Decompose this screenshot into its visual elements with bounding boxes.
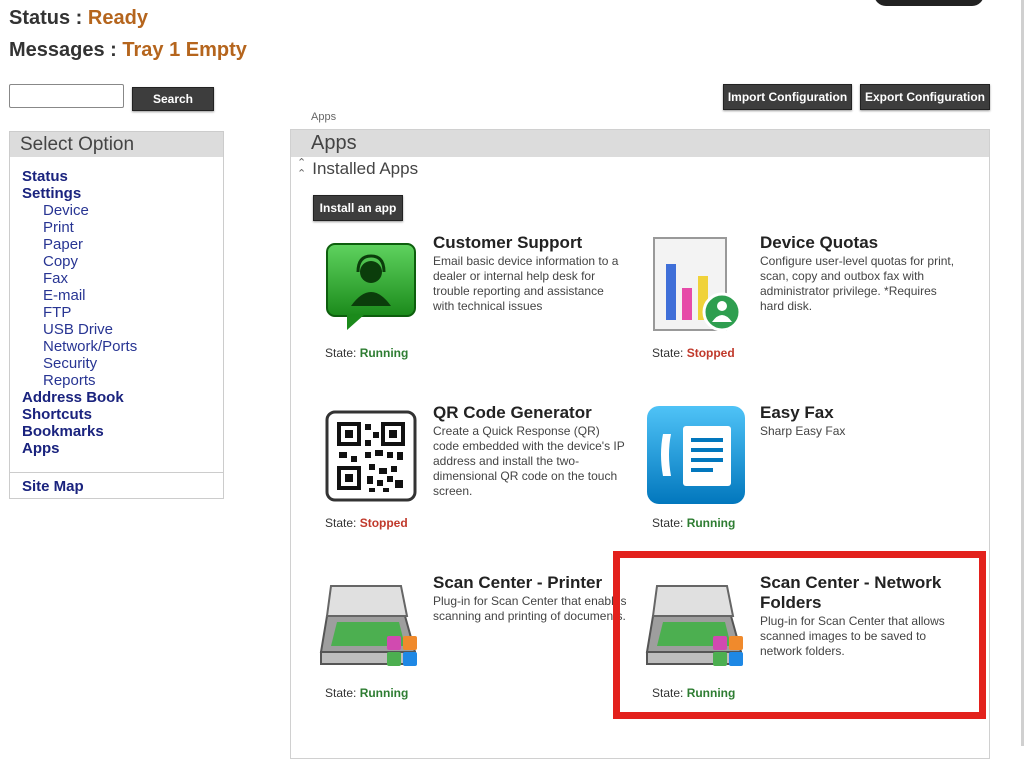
sidebar-item-network-ports[interactable]: Network/Ports	[43, 338, 137, 355]
sidebar-item-security[interactable]: Security	[43, 355, 97, 372]
printer-image-fragment	[874, 0, 984, 6]
app-state-qr-code-generator: State: Stopped	[325, 516, 408, 530]
status-line: Status : Ready	[9, 7, 148, 30]
app-state-customer-support: State: Running	[325, 346, 409, 360]
import-configuration-button[interactable]: Import Configuration	[723, 84, 852, 110]
app-state-device-quotas: State: Stopped	[652, 346, 735, 360]
sidebar-item-settings[interactable]: Settings	[22, 185, 81, 202]
sidebar-item-print[interactable]: Print	[43, 219, 74, 236]
status-value: Ready	[87, 7, 148, 29]
app-desc-easy-fax: Sharp Easy Fax	[760, 424, 846, 438]
app-desc-scan-center-printer: Plug-in for Scan Center that enables sca…	[433, 594, 627, 623]
installed-apps-toggle[interactable]: ⌃ ⌃ Installed Apps	[297, 158, 418, 180]
sidebar-item-reports[interactable]: Reports	[43, 372, 96, 389]
sidebar-item-copy[interactable]: Copy	[43, 253, 78, 270]
sidebar-item-apps[interactable]: Apps	[22, 440, 60, 457]
status-label: Status :	[9, 7, 88, 29]
fax-icon[interactable]	[645, 404, 747, 506]
search-input[interactable]	[9, 84, 124, 108]
quota-chart-icon[interactable]	[652, 236, 744, 336]
messages-line: Messages : Tray 1 Empty	[9, 39, 247, 62]
app-desc-customer-support: Email basic device information to a deal…	[433, 254, 619, 313]
app-state-scan-center-printer: State: Running	[325, 686, 409, 700]
app-desc-device-quotas: Configure user-level quotas for print, s…	[760, 254, 955, 313]
sidebar-item-ftp[interactable]: FTP	[43, 304, 71, 321]
qr-code-icon[interactable]	[325, 410, 417, 502]
app-title-scan-center-printer[interactable]: Scan Center - Printer	[433, 573, 633, 593]
app-title-easy-fax[interactable]: Easy Fax	[760, 403, 960, 423]
double-chevron-up-icon: ⌃ ⌃	[297, 157, 307, 180]
sidebar-item-address-book[interactable]: Address Book	[22, 389, 124, 406]
highlight-box	[613, 551, 986, 719]
app-desc-qr-code-generator: Create a Quick Response (QR) code embedd…	[433, 424, 625, 498]
messages-value: Tray 1 Empty	[122, 39, 247, 61]
sidebar: Select Option Status Settings Device Pri…	[9, 131, 224, 499]
breadcrumb[interactable]: Apps	[311, 111, 336, 123]
app-state-easy-fax: State: Running	[652, 516, 736, 530]
app-title-customer-support[interactable]: Customer Support	[433, 233, 633, 253]
installed-apps-label: Installed Apps	[312, 159, 419, 178]
sidebar-item-shortcuts[interactable]: Shortcuts	[22, 406, 92, 423]
sidebar-item-site-map[interactable]: Site Map	[22, 478, 84, 495]
support-icon[interactable]	[325, 242, 417, 332]
sidebar-item-usb-drive[interactable]: USB Drive	[43, 321, 113, 338]
sidebar-item-fax[interactable]: Fax	[43, 270, 68, 287]
sidebar-divider	[10, 472, 223, 473]
search-button[interactable]: Search	[132, 87, 214, 111]
install-app-button[interactable]: Install an app	[313, 195, 403, 221]
sidebar-item-email[interactable]: E-mail	[43, 287, 86, 304]
sidebar-item-bookmarks[interactable]: Bookmarks	[22, 423, 104, 440]
messages-label: Messages :	[9, 39, 123, 61]
sidebar-item-status[interactable]: Status	[22, 168, 68, 185]
sidebar-item-paper[interactable]: Paper	[43, 236, 83, 253]
sidebar-title: Select Option	[10, 132, 223, 157]
sidebar-item-device[interactable]: Device	[43, 202, 89, 219]
page-title: Apps	[291, 130, 989, 157]
app-title-qr-code-generator[interactable]: QR Code Generator	[433, 403, 633, 423]
app-title-device-quotas[interactable]: Device Quotas	[760, 233, 960, 253]
scanner-icon[interactable]	[317, 582, 423, 674]
export-configuration-button[interactable]: Export Configuration	[860, 84, 990, 110]
